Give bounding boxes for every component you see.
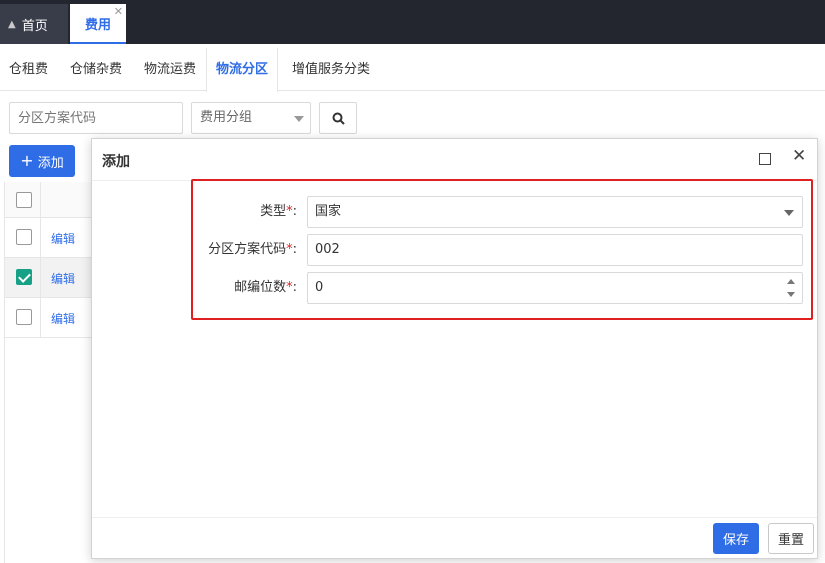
save-button[interactable]: 保存 bbox=[713, 523, 759, 554]
postcode-digits-label: 邮编位数*: bbox=[234, 280, 297, 295]
tab-home-label: 首页 bbox=[21, 18, 48, 34]
subtab-logistics-freight[interactable]: 物流运费 bbox=[144, 48, 196, 91]
tab-fees-label: 费用 bbox=[84, 17, 111, 33]
add-dialog: 添加 ✕ 类型*: 国家 分区方案代码*: 002 邮编位数*: 0 保存 重置 bbox=[91, 138, 818, 559]
subtab-warehouse-rent[interactable]: 仓租费 bbox=[9, 48, 48, 91]
table-row: 编辑 bbox=[5, 258, 95, 298]
fee-group-select[interactable]: 费用分组 bbox=[191, 102, 311, 134]
zone-code-input[interactable]: 002 bbox=[307, 234, 803, 266]
zone-code-value: 002 bbox=[315, 242, 340, 257]
fee-group-select-value: 费用分组 bbox=[200, 110, 253, 125]
add-button[interactable]: + 添加 bbox=[9, 145, 75, 177]
column-divider bbox=[40, 182, 41, 338]
edit-link[interactable]: 编辑 bbox=[51, 310, 75, 327]
chevron-down-icon bbox=[294, 116, 304, 122]
row-checkbox[interactable] bbox=[16, 269, 32, 285]
search-icon bbox=[332, 112, 345, 125]
plus-icon: + bbox=[20, 151, 34, 170]
top-tab-bar: ▲ 首页 费用 ✕ bbox=[0, 0, 825, 44]
subtab-logistics-zone[interactable]: 物流分区 bbox=[206, 48, 278, 92]
row-checkbox[interactable] bbox=[16, 229, 32, 245]
type-select-value: 国家 bbox=[315, 204, 342, 219]
chevron-down-icon bbox=[784, 210, 794, 216]
tab-home[interactable]: ▲ 首页 bbox=[0, 4, 68, 44]
row-checkbox[interactable] bbox=[16, 309, 32, 325]
close-icon[interactable]: ✕ bbox=[114, 6, 123, 17]
reset-button[interactable]: 重置 bbox=[768, 523, 814, 554]
dialog-title: 添加 bbox=[102, 154, 130, 170]
dialog-header: 添加 ✕ bbox=[92, 139, 817, 181]
decrement-icon[interactable] bbox=[787, 292, 795, 297]
type-label: 类型*: bbox=[260, 204, 297, 219]
zone-code-search-input[interactable] bbox=[9, 102, 183, 134]
maximize-icon[interactable] bbox=[759, 153, 771, 165]
dialog-footer: 保存 重置 bbox=[92, 517, 817, 559]
add-button-label: 添加 bbox=[37, 155, 64, 171]
postcode-digits-value: 0 bbox=[315, 280, 324, 295]
table-row: 编辑 bbox=[5, 218, 95, 258]
tab-fees[interactable]: 费用 ✕ bbox=[70, 4, 126, 44]
sub-tab-bar: 仓租费 仓储杂费 物流运费 物流分区 增值服务分类 bbox=[0, 48, 825, 92]
table-header bbox=[5, 182, 95, 218]
close-icon[interactable]: ✕ bbox=[792, 148, 806, 165]
increment-icon[interactable] bbox=[787, 279, 795, 284]
type-select[interactable]: 国家 bbox=[307, 196, 803, 228]
zone-table: 编辑 编辑 编辑 bbox=[4, 182, 95, 563]
search-button[interactable] bbox=[319, 102, 357, 134]
subtab-storage-misc[interactable]: 仓储杂费 bbox=[70, 48, 122, 91]
edit-link[interactable]: 编辑 bbox=[51, 230, 75, 247]
zone-code-field-row: 分区方案代码*: 002 bbox=[192, 234, 807, 266]
zone-code-label: 分区方案代码*: bbox=[208, 242, 297, 257]
type-field-row: 类型*: 国家 bbox=[192, 196, 807, 228]
home-icon: ▲ bbox=[8, 18, 16, 30]
subtab-value-added-category[interactable]: 增值服务分类 bbox=[292, 48, 370, 91]
edit-link[interactable]: 编辑 bbox=[51, 270, 75, 287]
table-row: 编辑 bbox=[5, 298, 95, 338]
postcode-digits-field-row: 邮编位数*: 0 bbox=[192, 272, 807, 304]
select-all-checkbox[interactable] bbox=[16, 192, 32, 208]
postcode-digits-stepper[interactable]: 0 bbox=[307, 272, 803, 304]
